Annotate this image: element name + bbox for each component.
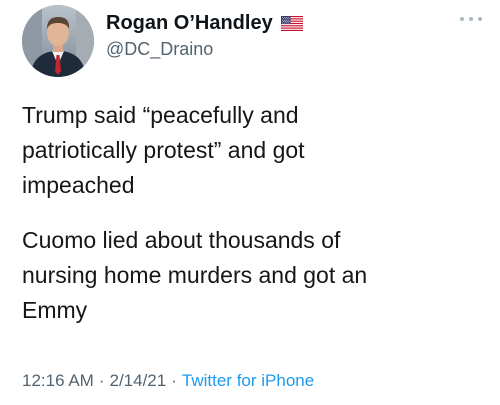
- author-handle[interactable]: @DC_Draino: [106, 39, 213, 60]
- us-flag-icon: [280, 16, 303, 31]
- tweet-card: Rogan O’Handley @DC_Draino Trump said “p…: [0, 0, 500, 405]
- tweet-date[interactable]: 2/14/21: [110, 371, 167, 390]
- tweet-paragraph: Trump said “peacefully and patriotically…: [22, 102, 305, 198]
- tweet-time[interactable]: 12:16 AM: [22, 371, 94, 390]
- tweet-source-link[interactable]: Twitter for iPhone: [182, 371, 314, 390]
- more-options-icon[interactable]: [460, 14, 482, 24]
- author-name-row: Rogan O’Handley: [106, 12, 303, 35]
- display-name[interactable]: Rogan O’Handley: [106, 12, 273, 35]
- more-dot: [460, 17, 464, 21]
- avatar[interactable]: [22, 5, 94, 77]
- tweet-meta: 12:16 AM · 2/14/21 · Twitter for iPhone: [22, 371, 314, 391]
- more-dot: [469, 17, 473, 21]
- tweet-text: Trump said “peacefully and patriotically…: [22, 98, 482, 328]
- tweet-paragraph: Cuomo lied about thousands of nursing ho…: [22, 227, 368, 323]
- meta-separator: ·: [98, 371, 105, 390]
- meta-separator: ·: [171, 371, 177, 390]
- more-dot: [478, 17, 482, 21]
